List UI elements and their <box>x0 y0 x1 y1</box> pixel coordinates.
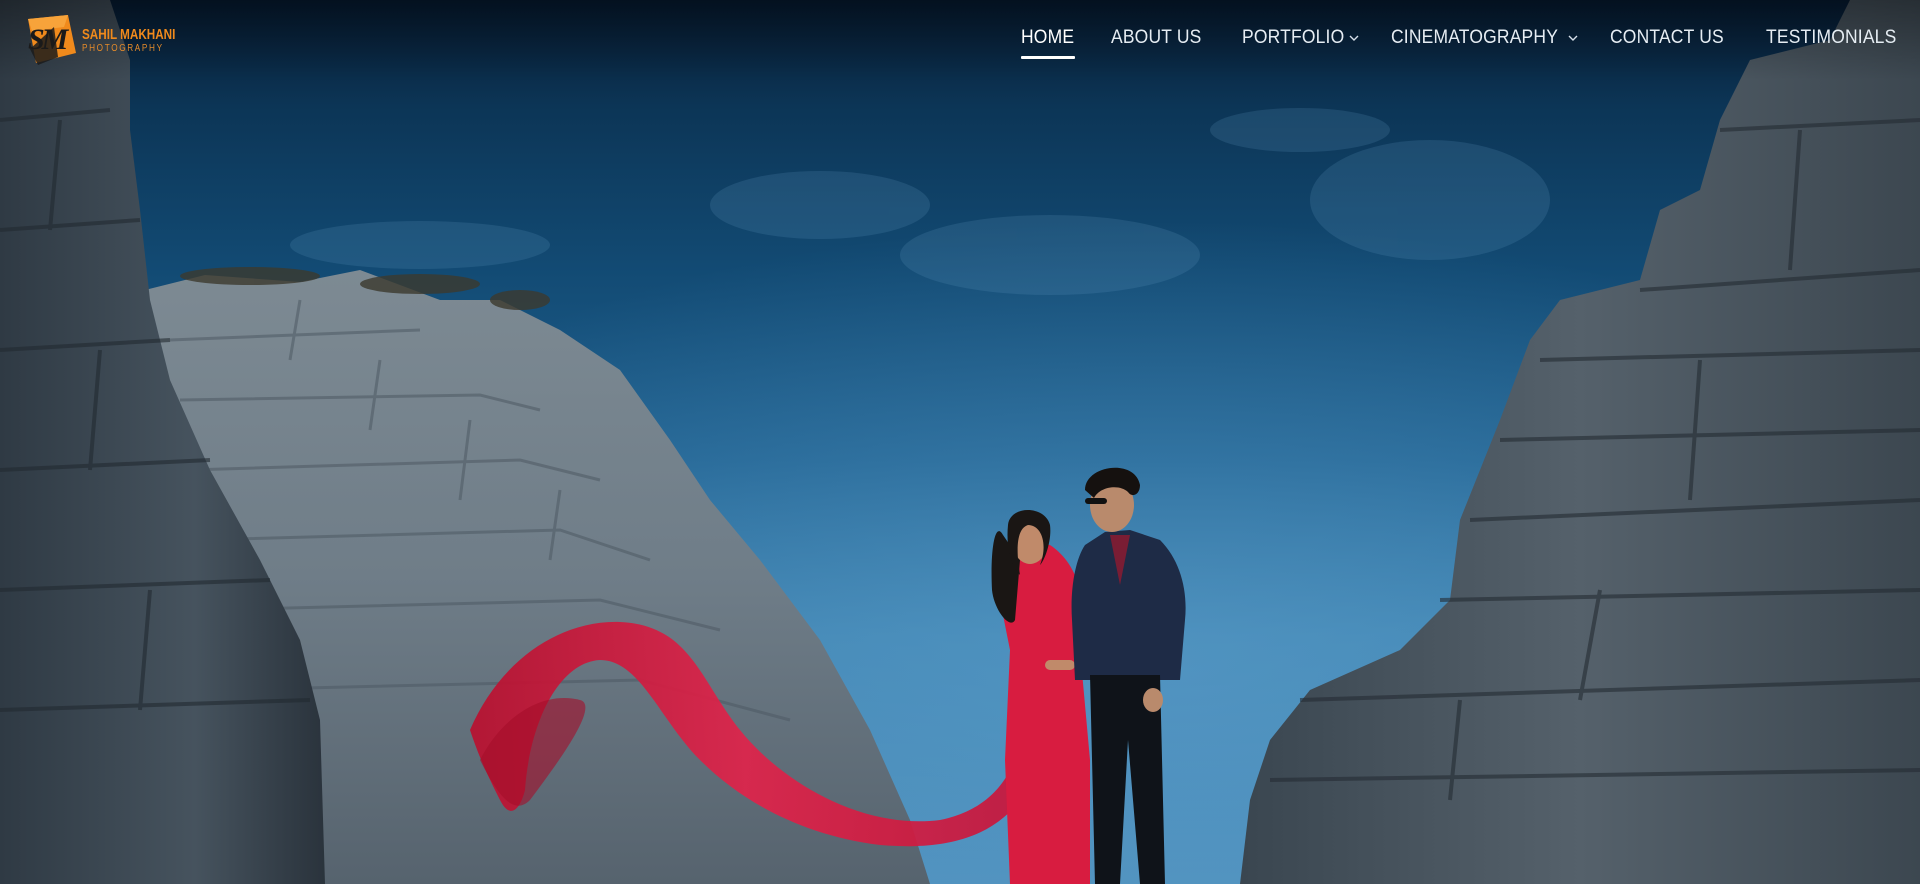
hero-photo <box>0 0 1920 884</box>
brand-tagline: PHOTOGRAPHY <box>82 43 164 54</box>
logo-monogram: SM <box>28 23 68 56</box>
logo-mark: SM <box>20 13 80 69</box>
nav-label-about-us: ABOUT US <box>1111 27 1202 48</box>
nav-label-testimonials: TESTIMONIALS <box>1766 27 1897 48</box>
hero-banner: SM SAHIL MAKHANI PHOTOGRAPHY HOME ABOUT … <box>0 0 1920 884</box>
chevron-down-icon[interactable] <box>1349 33 1359 43</box>
nav-label-contact-us: CONTACT US <box>1610 27 1725 48</box>
nav-label-cinematography: CINEMATOGRAPHY <box>1390 27 1558 48</box>
brand-logo[interactable]: SM SAHIL MAKHANI PHOTOGRAPHY <box>20 12 175 70</box>
brand-name: SAHIL MAKHANI <box>82 26 176 43</box>
logo-text: SAHIL MAKHANI PHOTOGRAPHY <box>82 27 202 55</box>
nav-item-about-us[interactable]: ABOUT US <box>1111 0 1209 80</box>
nav-item-portfolio[interactable]: PORTFOLIO <box>1242 0 1359 80</box>
nav-label-portfolio: PORTFOLIO <box>1241 27 1345 48</box>
chevron-down-icon[interactable] <box>1568 33 1578 43</box>
site-header: SM SAHIL MAKHANI PHOTOGRAPHY HOME ABOUT … <box>0 0 1920 80</box>
nav-item-home[interactable]: HOME <box>1021 0 1079 80</box>
nav-item-contact-us[interactable]: CONTACT US <box>1610 0 1734 80</box>
nav-label-home: HOME <box>1021 27 1075 48</box>
main-nav: HOME ABOUT US PORTFOLIO CINEMATOGRAPHY C… <box>989 0 1908 80</box>
nav-item-cinematography[interactable]: CINEMATOGRAPHY <box>1391 0 1579 80</box>
nav-item-testimonials[interactable]: TESTIMONIALS <box>1766 0 1908 80</box>
